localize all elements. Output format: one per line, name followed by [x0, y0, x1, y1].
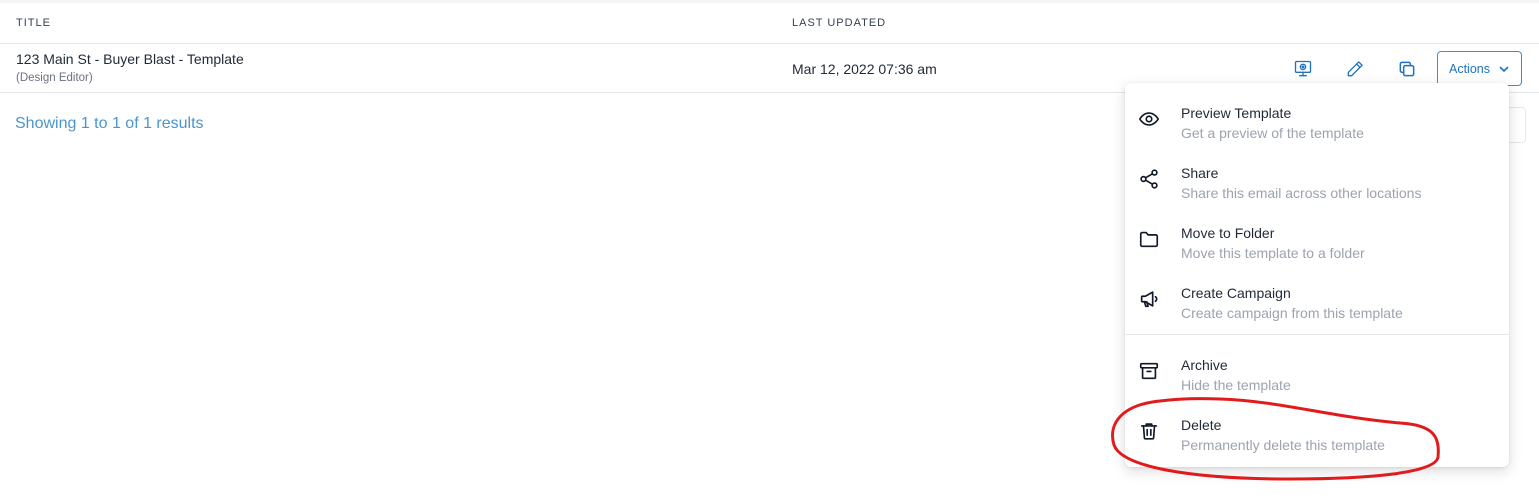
edit-pencil-icon[interactable] [1344, 58, 1366, 80]
menu-item-move-to-folder[interactable]: Move to Folder Move this template to a f… [1125, 209, 1509, 269]
column-header-last-updated[interactable]: LAST UPDATED [792, 17, 886, 29]
menu-item-label: Archive [1181, 357, 1228, 373]
menu-item-preview-template[interactable]: Preview Template Get a preview of the te… [1125, 89, 1509, 149]
menu-item-label: Create Campaign [1181, 285, 1291, 301]
trash-icon [1137, 401, 1161, 461]
folder-icon [1137, 209, 1161, 269]
menu-item-label: Share [1181, 165, 1219, 181]
menu-item-archive[interactable]: Archive Hide the template [1125, 341, 1509, 401]
menu-item-description: Create campaign from this template [1181, 305, 1403, 321]
template-editor-type: (Design Editor) [16, 72, 93, 84]
chevron-down-icon [1499, 66, 1509, 72]
menu-item-share[interactable]: Share Share this email across other loca… [1125, 149, 1509, 209]
menu-item-delete[interactable]: Delete Permanently delete this template [1125, 401, 1509, 461]
template-title[interactable]: 123 Main St - Buyer Blast - Template [16, 51, 244, 67]
menu-item-label: Move to Folder [1181, 225, 1275, 241]
menu-item-description: Move this template to a folder [1181, 245, 1365, 261]
archive-icon [1137, 341, 1161, 401]
menu-divider [1125, 334, 1509, 335]
menu-item-description: Hide the template [1181, 377, 1291, 393]
megaphone-icon [1137, 269, 1161, 329]
menu-item-description: Share this email across other locations [1181, 185, 1422, 201]
menu-item-create-campaign[interactable]: Create Campaign Create campaign from thi… [1125, 269, 1509, 329]
actions-label: Actions [1449, 61, 1490, 76]
results-summary: Showing 1 to 1 of 1 results [15, 115, 204, 132]
menu-item-description: Permanently delete this template [1181, 437, 1385, 453]
duplicate-icon[interactable] [1396, 58, 1418, 80]
table-header: TITLE LAST UPDATED [0, 3, 1539, 44]
menu-item-label: Preview Template [1181, 105, 1292, 121]
menu-item-description: Get a preview of the template [1181, 125, 1364, 141]
eye-icon [1137, 89, 1161, 149]
menu-item-label: Delete [1181, 417, 1222, 433]
actions-dropdown-button[interactable]: Actions [1437, 51, 1522, 86]
preview-icon[interactable] [1292, 58, 1314, 80]
column-header-title[interactable]: TITLE [16, 17, 51, 29]
actions-dropdown-menu: Preview Template Get a preview of the te… [1125, 83, 1509, 467]
template-last-updated: Mar 12, 2022 07:36 am [792, 61, 937, 77]
share-icon [1137, 149, 1161, 209]
